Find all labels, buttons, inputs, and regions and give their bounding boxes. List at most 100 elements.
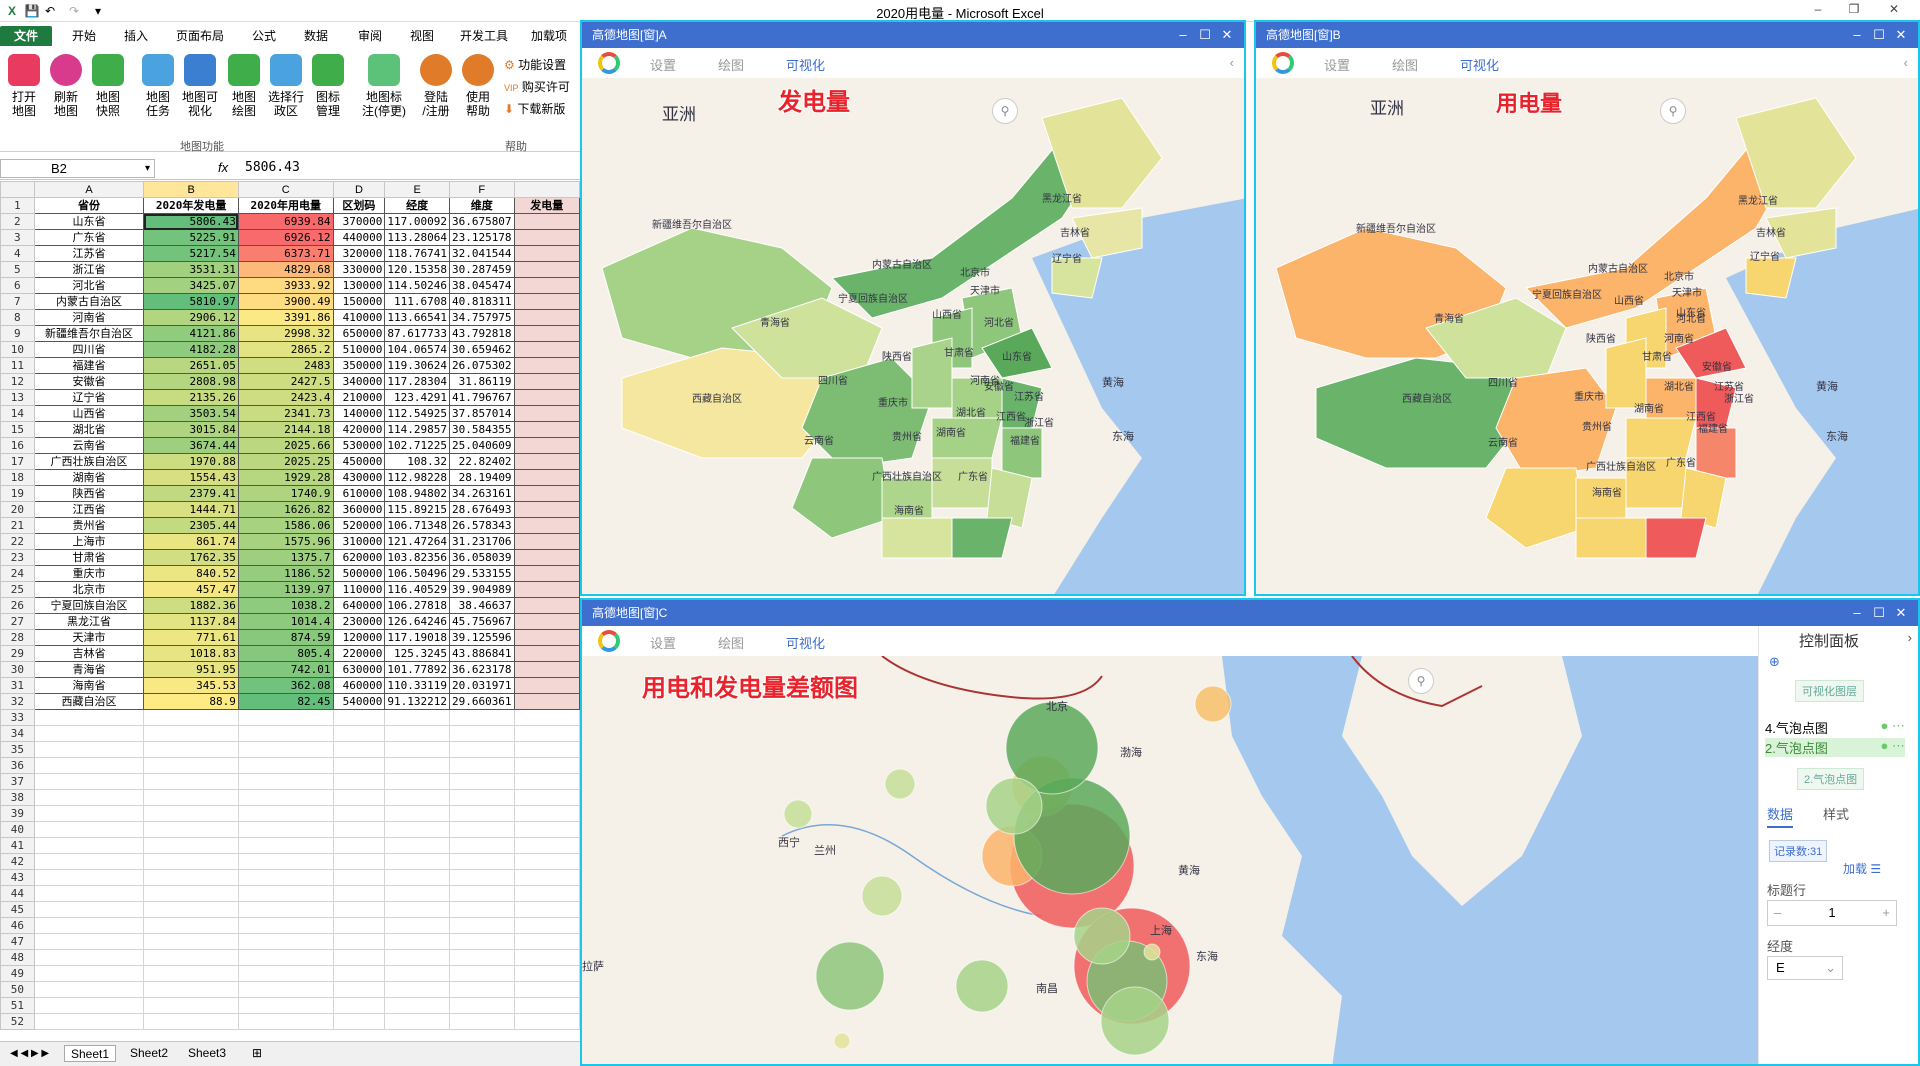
table-cell[interactable]: [513, 373, 580, 390]
table-cell[interactable]: 2025.25: [237, 453, 334, 470]
settings-link[interactable]: ⚙ 功能设置: [504, 56, 566, 73]
minimize-button[interactable]: –: [1800, 2, 1836, 20]
menu-settings[interactable]: 设置: [650, 633, 676, 652]
table-cell[interactable]: [143, 837, 239, 854]
minimize-icon[interactable]: –: [1172, 22, 1194, 48]
table-cell[interactable]: 2808.98: [143, 373, 239, 390]
table-cell[interactable]: 山东省: [33, 213, 145, 230]
table-cell[interactable]: [384, 741, 450, 758]
column-header[interactable]: E: [384, 181, 450, 198]
table-cell[interactable]: [448, 725, 515, 742]
menu-settings[interactable]: 设置: [650, 55, 676, 74]
table-cell[interactable]: 江苏省: [33, 245, 145, 262]
table-cell[interactable]: 101.77892: [384, 661, 450, 678]
table-cell[interactable]: [513, 693, 580, 710]
table-cell[interactable]: 安徽省: [33, 373, 145, 390]
table-cell[interactable]: [384, 949, 450, 966]
table-cell[interactable]: [513, 341, 580, 358]
table-cell[interactable]: 2998.32: [237, 325, 334, 342]
table-cell[interactable]: 38.045474: [448, 277, 515, 294]
table-cell[interactable]: 460000: [332, 677, 386, 694]
table-cell[interactable]: [143, 933, 239, 950]
layers-button[interactable]: 可视化图层: [1795, 680, 1864, 702]
table-cell[interactable]: 6926.12: [237, 229, 334, 246]
row-header[interactable]: 52: [0, 1013, 35, 1030]
table-cell[interactable]: [448, 997, 515, 1014]
table-cell[interactable]: [448, 917, 515, 934]
row-header[interactable]: 15: [0, 421, 35, 438]
icon-manage-button[interactable]: 图标 管理: [306, 54, 350, 118]
table-cell[interactable]: 1014.4: [237, 613, 334, 630]
fx-icon[interactable]: fx: [218, 160, 228, 175]
table-cell[interactable]: [143, 965, 239, 982]
table-cell[interactable]: 2135.26: [143, 389, 239, 406]
table-cell[interactable]: [513, 613, 580, 630]
close-button[interactable]: ✕: [1876, 2, 1912, 20]
table-cell[interactable]: [384, 709, 450, 726]
column-header[interactable]: D: [332, 181, 386, 198]
menu-draw[interactable]: 绘图: [718, 633, 744, 652]
download-link[interactable]: ⬇ 下载新版: [504, 100, 565, 117]
table-cell[interactable]: 350000: [332, 357, 386, 374]
table-cell[interactable]: 43.792818: [448, 325, 515, 342]
table-cell[interactable]: 108.32: [384, 453, 450, 470]
table-cell[interactable]: [332, 949, 386, 966]
table-cell[interactable]: [513, 869, 580, 886]
table-cell[interactable]: 6373.71: [237, 245, 334, 262]
table-cell[interactable]: [332, 917, 386, 934]
bubble-point[interactable]: [1100, 986, 1170, 1056]
table-cell[interactable]: 320000: [332, 245, 386, 262]
tab-formulas[interactable]: 公式: [244, 26, 284, 46]
table-cell[interactable]: 345.53: [143, 677, 239, 694]
table-cell[interactable]: 110000: [332, 581, 386, 598]
table-cell[interactable]: 840.52: [143, 565, 239, 582]
table-cell[interactable]: [332, 1013, 386, 1030]
map-a[interactable]: 发电量 亚洲 ⚲ 新疆维吾尔自治区 西藏自治区 青海省 四川省 云南省 内蒙古自治区 黑龙江…: [582, 78, 1244, 594]
table-cell[interactable]: 370000: [332, 213, 386, 230]
table-cell[interactable]: [237, 773, 334, 790]
header-cell[interactable]: 2020年用电量: [237, 197, 334, 214]
table-cell[interactable]: [143, 917, 239, 934]
bubble-point[interactable]: [884, 768, 916, 800]
table-cell[interactable]: [33, 917, 145, 934]
table-cell[interactable]: 121.47264: [384, 533, 450, 550]
menu-visualize[interactable]: 可视化: [786, 633, 825, 652]
table-cell[interactable]: 630000: [332, 661, 386, 678]
tab-addins[interactable]: 加载项: [524, 26, 574, 46]
sheet-tab-1[interactable]: Sheet1: [64, 1045, 117, 1062]
table-cell[interactable]: [513, 469, 580, 486]
row-header[interactable]: 50: [0, 981, 35, 998]
tab-view[interactable]: 视图: [402, 26, 442, 46]
row-header[interactable]: 51: [0, 997, 35, 1014]
table-cell[interactable]: [513, 853, 580, 870]
row-header[interactable]: 34: [0, 725, 35, 742]
table-cell[interactable]: 120000: [332, 629, 386, 646]
table-cell[interactable]: [513, 741, 580, 758]
tab-page-layout[interactable]: 页面布局: [170, 26, 230, 46]
table-cell[interactable]: [33, 981, 145, 998]
search-icon[interactable]: ⚲: [992, 98, 1018, 124]
tab-data[interactable]: 数据: [296, 26, 336, 46]
table-cell[interactable]: 31.231706: [448, 533, 515, 550]
row-header[interactable]: 42: [0, 853, 35, 870]
row-header[interactable]: 41: [0, 837, 35, 854]
table-cell[interactable]: [448, 1013, 515, 1030]
row-header[interactable]: 21: [0, 517, 35, 534]
table-cell[interactable]: 150000: [332, 293, 386, 310]
minimize-icon[interactable]: –: [1846, 22, 1868, 48]
visible-icon[interactable]: ● ⋯: [1881, 718, 1905, 734]
table-cell[interactable]: [384, 997, 450, 1014]
table-cell[interactable]: 510000: [332, 341, 386, 358]
table-cell[interactable]: [513, 453, 580, 470]
table-cell[interactable]: [143, 869, 239, 886]
table-cell[interactable]: 410000: [332, 309, 386, 326]
table-cell[interactable]: [33, 997, 145, 1014]
table-cell[interactable]: 2025.66: [237, 437, 334, 454]
row-header[interactable]: 14: [0, 405, 35, 422]
table-cell[interactable]: [448, 901, 515, 918]
table-cell[interactable]: 20.031971: [448, 677, 515, 694]
table-cell[interactable]: [143, 1013, 239, 1030]
table-cell[interactable]: 530000: [332, 437, 386, 454]
table-cell[interactable]: 广西壮族自治区: [33, 453, 145, 470]
table-cell[interactable]: 38.46637: [448, 597, 515, 614]
